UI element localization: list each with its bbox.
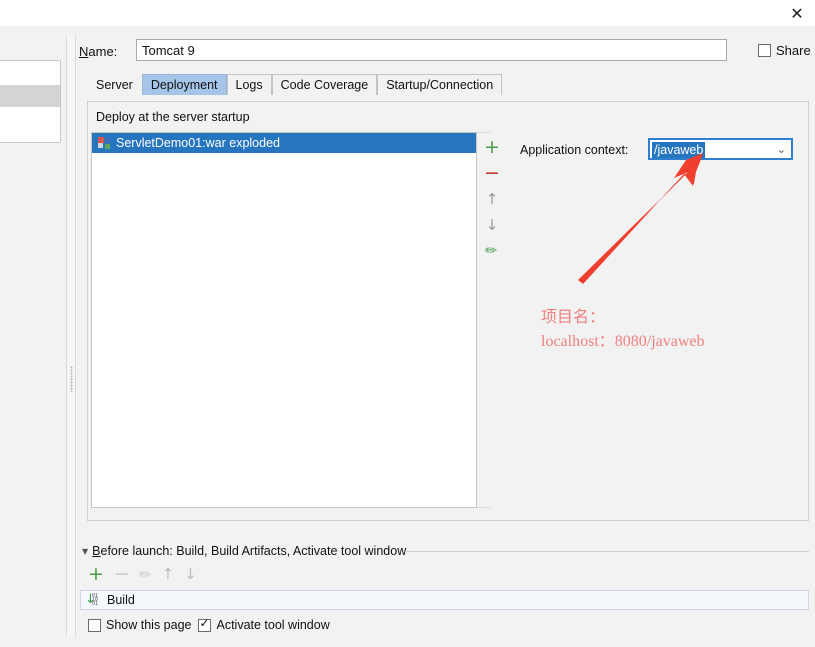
chevron-down-icon[interactable]: ⌄ — [777, 143, 786, 156]
name-mnemonic: N — [79, 44, 89, 59]
bottom-checkbox-row: Show this page Activate tool window — [88, 616, 330, 632]
before-launch-toolbar: + − ✎ ↑ ↓ — [88, 565, 197, 585]
tab-deployment[interactable]: Deployment — [141, 74, 227, 95]
collapse-triangle-icon[interactable]: ▼ — [82, 547, 88, 556]
panel-splitter[interactable] — [66, 36, 76, 636]
application-context-value[interactable]: /javaweb — [652, 142, 706, 158]
show-this-page-checkbox[interactable]: Show this page — [88, 618, 191, 632]
edit-button[interactable]: ✎ — [482, 238, 502, 264]
share-checkbox[interactable]: Share — [758, 43, 811, 58]
minus-icon: − — [484, 161, 500, 184]
before-launch-mnemonic: B — [92, 544, 101, 558]
annotation-text: 项目名： localhost：8080/javaweb — [541, 306, 705, 354]
config-tabs: Server Deployment Logs Code Coverage Sta… — [87, 74, 503, 95]
configurations-tree-panel[interactable] — [0, 60, 61, 143]
artifact-icon — [98, 137, 110, 149]
deployment-group-title: Deploy at the server startup — [92, 110, 254, 124]
arrow-up-icon: ↑ — [485, 189, 499, 208]
tab-code-coverage[interactable]: Code Coverage — [271, 74, 378, 95]
plus-icon: + — [484, 135, 500, 158]
remove-button[interactable]: − — [483, 160, 501, 186]
annotation-line-1: 项目名： — [541, 309, 606, 326]
list-item-label: ServletDemo01:war exploded — [116, 136, 280, 150]
application-context-label: Application context: — [520, 143, 629, 157]
tomcat-run-configuration-dialog: ✕ Name: Share Server Deployment Logs Cod… — [0, 0, 815, 647]
activate-tool-window-checkbox-box[interactable] — [198, 616, 212, 632]
pencil-icon: ✎ — [482, 241, 502, 261]
tab-logs[interactable]: Logs — [226, 74, 272, 95]
deployment-list[interactable]: ServletDemo01:war exploded — [91, 132, 477, 508]
add-task-button[interactable]: + — [88, 565, 104, 584]
before-launch-header[interactable]: ▼ Before launch: Build, Build Artifacts,… — [82, 544, 406, 558]
show-this-page-checkbox-box[interactable] — [88, 618, 101, 632]
close-icon[interactable]: ✕ — [785, 3, 809, 25]
task-move-down-button[interactable]: ↓ — [184, 567, 197, 582]
before-launch-divider — [405, 551, 809, 552]
tab-server[interactable]: Server — [87, 74, 142, 95]
tab-startup-connection[interactable]: Startup/Connection — [377, 74, 503, 95]
show-this-page-label: Show this page — [106, 618, 192, 632]
before-launch-task-label: Build — [107, 593, 135, 607]
remove-task-button[interactable]: − — [114, 565, 130, 584]
move-down-button[interactable]: ↓ — [483, 212, 501, 238]
configurations-tree-selected-row[interactable] — [0, 85, 60, 107]
share-checkbox-box[interactable] — [758, 44, 771, 57]
edit-task-button[interactable]: ✎ — [136, 565, 156, 585]
task-move-up-button[interactable]: ↑ — [162, 567, 175, 582]
activate-tool-window-label: Activate tool window — [216, 618, 330, 632]
name-input[interactable] — [136, 39, 727, 61]
splitter-grip-icon — [70, 366, 73, 392]
move-up-button[interactable]: ↑ — [483, 186, 501, 212]
before-launch-task-row[interactable]: ↓ 01 10 01 Build — [80, 590, 809, 610]
share-label: Share — [776, 43, 811, 58]
application-context-combobox[interactable]: /javaweb ⌄ — [648, 138, 793, 160]
add-button[interactable]: + — [483, 134, 501, 160]
arrow-down-icon: ↓ — [485, 215, 499, 234]
deployment-toolbar: + − ↑ ↓ ✎ — [482, 134, 502, 264]
list-item[interactable]: ServletDemo01:war exploded — [92, 133, 476, 153]
before-launch-title: Before launch: Build, Build Artifacts, A… — [92, 544, 407, 558]
title-bar — [0, 0, 815, 26]
name-label: Name: — [79, 44, 118, 59]
annotation-line-2: localhost：8080/javaweb — [541, 333, 705, 350]
build-icon: ↓ 01 10 01 — [85, 591, 99, 608]
activate-tool-window-checkbox[interactable]: Activate tool window — [198, 616, 330, 632]
